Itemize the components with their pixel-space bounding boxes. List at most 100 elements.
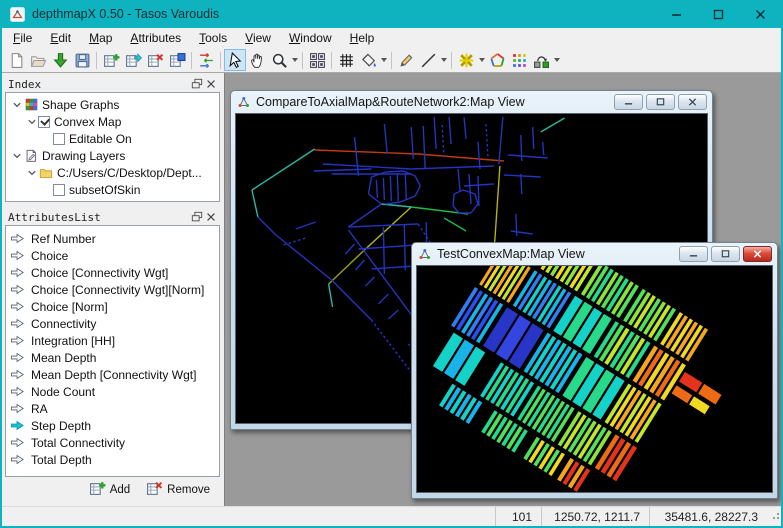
attribute-item-step-depth[interactable]: Step Depth (6, 417, 219, 434)
map-view-icon (418, 247, 432, 261)
tree-row-shape-graphs[interactable]: Shape Graphs (6, 96, 219, 113)
attr-arrow-icon (10, 401, 27, 416)
index-float-icon[interactable] (190, 78, 204, 91)
toolbar-dropdown-step-depth-icon[interactable] (552, 49, 561, 71)
menu-item-tools[interactable]: Tools (190, 29, 236, 47)
attribute-item-node-count[interactable]: Node Count (6, 383, 219, 400)
convex-map-canvas[interactable] (416, 265, 773, 493)
toolbar-dropdown-line-icon[interactable] (439, 49, 448, 71)
attribute-label: Total Connectivity (31, 436, 125, 450)
convex-window-titlebar[interactable]: TestConvexMap:Map View (412, 243, 777, 265)
axial-close-icon[interactable] (678, 94, 707, 110)
toolbar-button-zoom-icon[interactable] (268, 49, 290, 71)
menu-item-map[interactable]: Map (80, 29, 121, 47)
axial-window-titlebar[interactable]: CompareToAxialMap&RouteNetwork2:Map View (231, 91, 712, 113)
toolbar-dropdown-axial-map-icon[interactable] (477, 49, 486, 71)
convex-restore-icon[interactable] (711, 246, 740, 262)
minimize-icon[interactable] (655, 0, 697, 28)
tree-row-subsetofskin[interactable]: subsetOfSkin (6, 181, 219, 198)
chevron-down-icon[interactable] (10, 100, 23, 110)
toolbar-button-map-new-icon[interactable] (100, 49, 122, 71)
toolbar-button-new-file-icon[interactable] (5, 49, 27, 71)
add-button[interactable]: Add (89, 480, 130, 500)
menu-item-edit[interactable]: Edit (41, 29, 80, 47)
attribute-label: RA (31, 402, 48, 416)
menu-item-view[interactable]: View (236, 29, 280, 47)
tree-label: Convex Map (54, 115, 121, 129)
status-cursor-coords: 1250.72, 1211.7 (541, 507, 649, 526)
toolbar-button-map-remove-icon[interactable] (144, 49, 166, 71)
attr-arrow-icon (10, 333, 27, 348)
attributes-close-icon[interactable] (204, 211, 218, 224)
attr-arrow-icon (10, 384, 27, 399)
index-panel-title: Index (8, 78, 41, 91)
attribute-label: Integration [HH] (31, 334, 115, 348)
toolbar-separator (220, 52, 221, 69)
attribute-item-integration-hh-[interactable]: Integration [HH] (6, 332, 219, 349)
attribute-item-mean-depth[interactable]: Mean Depth (6, 349, 219, 366)
maximize-icon[interactable] (697, 0, 739, 28)
tree-row-drawing-layers[interactable]: Drawing Layers (6, 147, 219, 164)
tree-row-editable-on[interactable]: Editable On (6, 130, 219, 147)
toolbar-button-map-import-icon[interactable] (122, 49, 144, 71)
toolbar-button-import-icon[interactable] (49, 49, 71, 71)
toolbar-button-grid-icon[interactable] (335, 49, 357, 71)
chevron-down-icon[interactable] (10, 151, 23, 161)
tree-row-c-users-c-desktop-dept-[interactable]: C:/Users/C/Desktop/Dept... (6, 164, 219, 181)
checkbox[interactable] (38, 116, 50, 128)
chevron-down-icon[interactable] (25, 117, 38, 127)
resize-grip[interactable] (767, 507, 781, 526)
menu-item-attributes[interactable]: Attributes (121, 29, 190, 47)
close-icon[interactable] (739, 0, 781, 28)
toolbar-button-fill-icon[interactable] (357, 49, 379, 71)
toolbar-button-step-depth-icon[interactable] (530, 49, 552, 71)
attr-arrow-icon (10, 316, 27, 331)
index-close-icon[interactable] (204, 78, 218, 91)
attribute-item-ra[interactable]: RA (6, 400, 219, 417)
attributes-actions: Add Remove (5, 477, 220, 503)
checkbox[interactable] (53, 184, 65, 196)
convex-close-icon[interactable] (743, 246, 772, 262)
tree-row-convex-map[interactable]: Convex Map (6, 113, 219, 130)
convex-minimize-icon[interactable] (679, 246, 708, 262)
toolbar-button-windows-icon[interactable] (306, 49, 328, 71)
attribute-label: Mean Depth [Connectivity Wgt] (31, 368, 196, 382)
chevron-down-icon[interactable] (25, 168, 38, 178)
menu-item-file[interactable]: File (4, 29, 41, 47)
toolbar-button-polygon-icon[interactable] (486, 49, 508, 71)
toolbar-button-save-icon[interactable] (71, 49, 93, 71)
toolbar-button-map-convert-icon[interactable] (166, 49, 188, 71)
attribute-item-choice-norm-[interactable]: Choice [Norm] (6, 298, 219, 315)
mdi-window-convex[interactable]: TestConvexMap:Map View (411, 242, 778, 499)
toolbar-button-open-icon[interactable] (27, 49, 49, 71)
toolbar-button-line-icon[interactable] (417, 49, 439, 71)
toolbar-button-select-icon[interactable] (224, 49, 246, 71)
attribute-item-total-connectivity[interactable]: Total Connectivity (6, 434, 219, 451)
toolbar-button-axial-map-icon[interactable] (455, 49, 477, 71)
attribute-item-choice[interactable]: Choice (6, 247, 219, 264)
toolbar-button-point-grid-icon[interactable] (508, 49, 530, 71)
attribute-label: Choice [Norm] (31, 300, 108, 314)
axial-restore-icon[interactable] (646, 94, 675, 110)
status-extent-coords: 35481.6, 28227.3 (649, 507, 767, 526)
axial-minimize-icon[interactable] (614, 94, 643, 110)
toolbar-button-attribute-summary-icon[interactable] (195, 49, 217, 71)
menu-item-window[interactable]: Window (280, 29, 341, 47)
attribute-item-total-depth[interactable]: Total Depth (6, 451, 219, 468)
toolbar-dropdown-fill-icon[interactable] (379, 49, 388, 71)
checkbox[interactable] (53, 133, 65, 145)
attribute-item-choice-connectivity-wgt-norm-[interactable]: Choice [Connectivity Wgt][Norm] (6, 281, 219, 298)
attribute-item-mean-depth-connectivity-wgt-[interactable]: Mean Depth [Connectivity Wgt] (6, 366, 219, 383)
toolbar-button-pan-icon[interactable] (246, 49, 268, 71)
menu-item-help[interactable]: Help (341, 29, 384, 47)
remove-button[interactable]: Remove (146, 480, 210, 500)
attributes-float-icon[interactable] (190, 211, 204, 224)
attribute-item-ref-number[interactable]: Ref Number (6, 230, 219, 247)
attribute-item-connectivity[interactable]: Connectivity (6, 315, 219, 332)
application-window: depthmapX 0.50 - Tasos Varoudis FileEdit… (0, 0, 783, 528)
attr-arrow-icon (10, 452, 27, 467)
toolbar-button-pencil-icon[interactable] (395, 49, 417, 71)
toolbar-dropdown-zoom-icon[interactable] (290, 49, 299, 71)
attr-arrow-icon (10, 265, 27, 280)
attribute-item-choice-connectivity-wgt-[interactable]: Choice [Connectivity Wgt] (6, 264, 219, 281)
